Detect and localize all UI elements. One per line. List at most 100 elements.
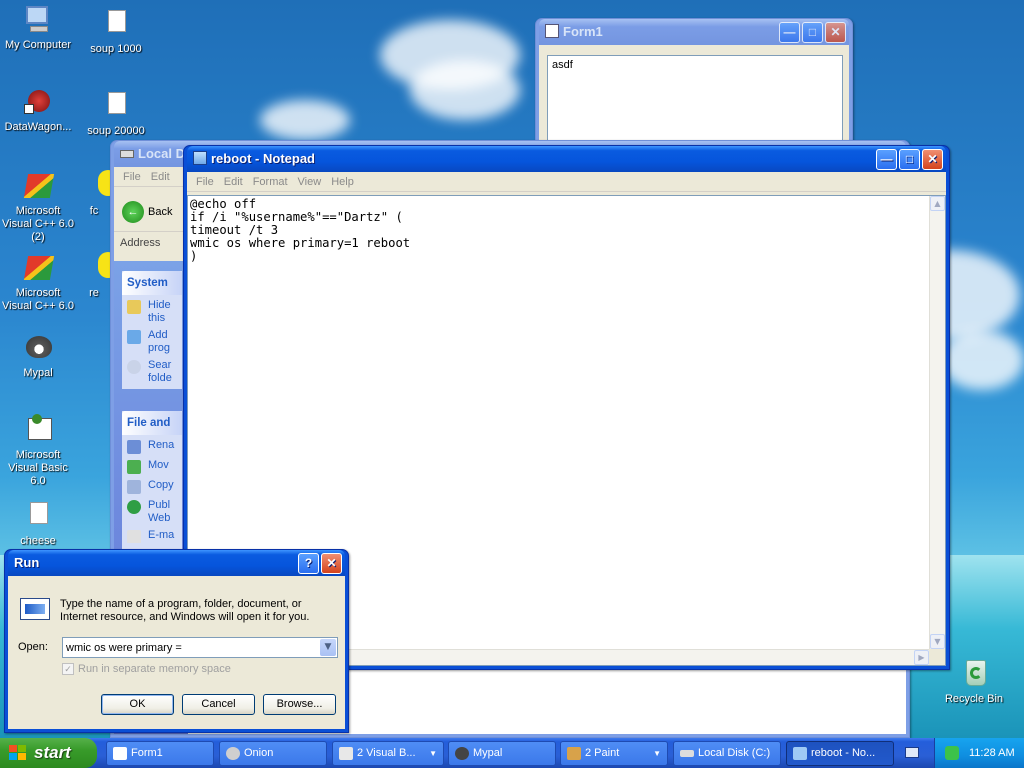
task-link-search[interactable]: Sear folde	[122, 359, 182, 385]
task-link-copy[interactable]: Copy	[122, 479, 182, 495]
form1-window[interactable]: Form1 — □ ✕ asdf	[535, 18, 853, 148]
browse-button[interactable]: Browse...	[263, 694, 336, 715]
explorer-menu-edit[interactable]: Edit	[146, 171, 175, 183]
maximize-button[interactable]: □	[802, 22, 823, 43]
desktop-icon-label: soup 1000	[90, 43, 142, 55]
menu-edit[interactable]: Edit	[219, 176, 248, 188]
size-grip[interactable]	[929, 649, 945, 665]
separate-memory-checkbox: ✓ Run in separate memory space	[62, 663, 231, 675]
file-tasks-header[interactable]: File and	[122, 411, 182, 435]
task-link-add[interactable]: Add prog	[122, 329, 182, 355]
run-description: Type the name of a program, folder, docu…	[60, 598, 310, 623]
notepad-title: reboot - Notepad	[211, 151, 315, 166]
publish-icon	[127, 500, 141, 514]
cancel-button[interactable]: Cancel	[182, 694, 255, 715]
vertical-scrollbar[interactable]: ▲ ▼	[929, 196, 945, 649]
task-link-hide[interactable]: Hide this	[122, 299, 182, 325]
close-button[interactable]: ✕	[922, 149, 943, 170]
notepad-titlebar[interactable]: reboot - Notepad — □ ✕	[187, 146, 946, 172]
scroll-right-button[interactable]: ▶	[914, 650, 929, 665]
keyboard-icon[interactable]	[905, 747, 919, 758]
desktop-icon-cheese[interactable]: cheese	[0, 500, 76, 548]
rename-icon	[127, 440, 141, 454]
chevron-down-icon: ▼	[653, 749, 661, 758]
desktop-icon-label: soup 20000	[87, 125, 145, 137]
datawagon-shortcut-icon	[22, 86, 54, 118]
form1-textbox[interactable]: asdf	[547, 55, 843, 147]
desktop-icon-soup-20000[interactable]: soup 20000	[78, 90, 154, 138]
open-input[interactable]	[63, 638, 313, 657]
taskbar-item-local-disk[interactable]: Local Disk (C:)	[673, 741, 781, 766]
open-label: Open:	[18, 641, 48, 653]
back-arrow-icon: ←	[122, 201, 144, 223]
task-link-rename[interactable]: Rena	[122, 439, 182, 455]
taskbar-item-notepad[interactable]: reboot - No...	[786, 741, 894, 766]
back-button[interactable]: ← Back	[122, 199, 172, 225]
chevron-down-icon[interactable]: ▼	[320, 639, 336, 656]
checkbox-label: Run in separate memory space	[78, 663, 231, 675]
menu-file[interactable]: File	[191, 176, 219, 188]
file-icon	[100, 90, 132, 122]
clock[interactable]: 11:28 AM	[969, 747, 1015, 759]
taskbar-item-form1[interactable]: Form1	[106, 741, 214, 766]
help-button[interactable]: ?	[298, 553, 319, 574]
task-link-move[interactable]: Mov	[122, 459, 182, 475]
menu-view[interactable]: View	[293, 176, 327, 188]
desktop-icon-label: fc	[89, 205, 99, 217]
taskbar-item-onion[interactable]: Onion	[219, 741, 327, 766]
visual-basic-icon	[22, 414, 54, 446]
maximize-button[interactable]: □	[899, 149, 920, 170]
notepad-icon	[793, 747, 807, 760]
taskbar-item-mypal[interactable]: Mypal	[448, 741, 556, 766]
scroll-up-button[interactable]: ▲	[930, 196, 945, 211]
open-combobox[interactable]: ▼	[62, 637, 338, 658]
visual-basic-icon	[339, 747, 353, 760]
desktop-icon-label: Microsoft Visual Basic 6.0	[8, 449, 68, 487]
notepad-menubar: File Edit Format View Help	[187, 172, 946, 192]
taskbar-item-visual-basic[interactable]: 2 Visual B... ▼	[332, 741, 444, 766]
desktop-icon-label: Recycle Bin	[944, 693, 1004, 705]
menu-format[interactable]: Format	[248, 176, 293, 188]
system-tray: 11:28 AM	[934, 738, 1024, 768]
desktop-icon-visual-basic[interactable]: Microsoft Visual Basic 6.0	[0, 414, 76, 488]
desktop-icon-mypal[interactable]: Mypal	[0, 332, 76, 380]
desktop-icon-my-computer[interactable]: My Computer	[0, 4, 76, 52]
scroll-down-button[interactable]: ▼	[930, 634, 945, 649]
desktop-icon-label: cheese	[20, 535, 56, 547]
email-icon	[127, 530, 141, 543]
network-icon[interactable]	[945, 746, 959, 760]
my-computer-icon	[22, 4, 54, 36]
desktop-icon-label: My Computer	[4, 39, 72, 51]
system-tasks-header[interactable]: System	[122, 271, 182, 295]
task-link-publish[interactable]: Publ Web	[122, 499, 182, 525]
run-dialog[interactable]: Run ? ✕ Type the name of a program, fold…	[4, 549, 349, 733]
desktop-icon-soup-1000[interactable]: soup 1000	[78, 8, 154, 56]
desktop-icon-label: DataWagon...	[4, 121, 72, 133]
task-link-email[interactable]: E-ma	[122, 529, 182, 543]
system-tasks-panel: System Hide this Add prog Sear folde	[122, 271, 182, 389]
copy-icon	[127, 480, 141, 494]
form1-titlebar[interactable]: Form1 — □ ✕	[539, 19, 849, 45]
file-icon	[22, 500, 54, 532]
run-titlebar[interactable]: Run ? ✕	[8, 550, 345, 576]
taskbar-item-paint[interactable]: 2 Paint ▼	[560, 741, 668, 766]
minimize-button[interactable]: —	[876, 149, 897, 170]
start-button[interactable]: start	[0, 738, 97, 768]
move-icon	[127, 460, 141, 474]
ok-button[interactable]: OK	[101, 694, 174, 715]
desktop-icon-datawagon[interactable]: DataWagon...	[0, 86, 76, 134]
minimize-button[interactable]: —	[779, 22, 800, 43]
address-label: Address	[120, 237, 161, 249]
close-button[interactable]: ✕	[321, 553, 342, 574]
close-button[interactable]: ✕	[825, 22, 846, 43]
notepad-icon	[193, 151, 207, 165]
form-icon	[545, 24, 559, 38]
menu-help[interactable]: Help	[326, 176, 359, 188]
paint-icon	[567, 747, 581, 760]
run-program-icon	[20, 598, 50, 620]
run-title: Run	[14, 555, 40, 570]
taskbar: start Form1 Onion 2 Visual B... ▼ Mypal …	[0, 738, 1024, 768]
explorer-menu-file[interactable]: File	[118, 171, 146, 183]
drive-icon	[680, 750, 694, 757]
start-label: start	[34, 743, 71, 762]
